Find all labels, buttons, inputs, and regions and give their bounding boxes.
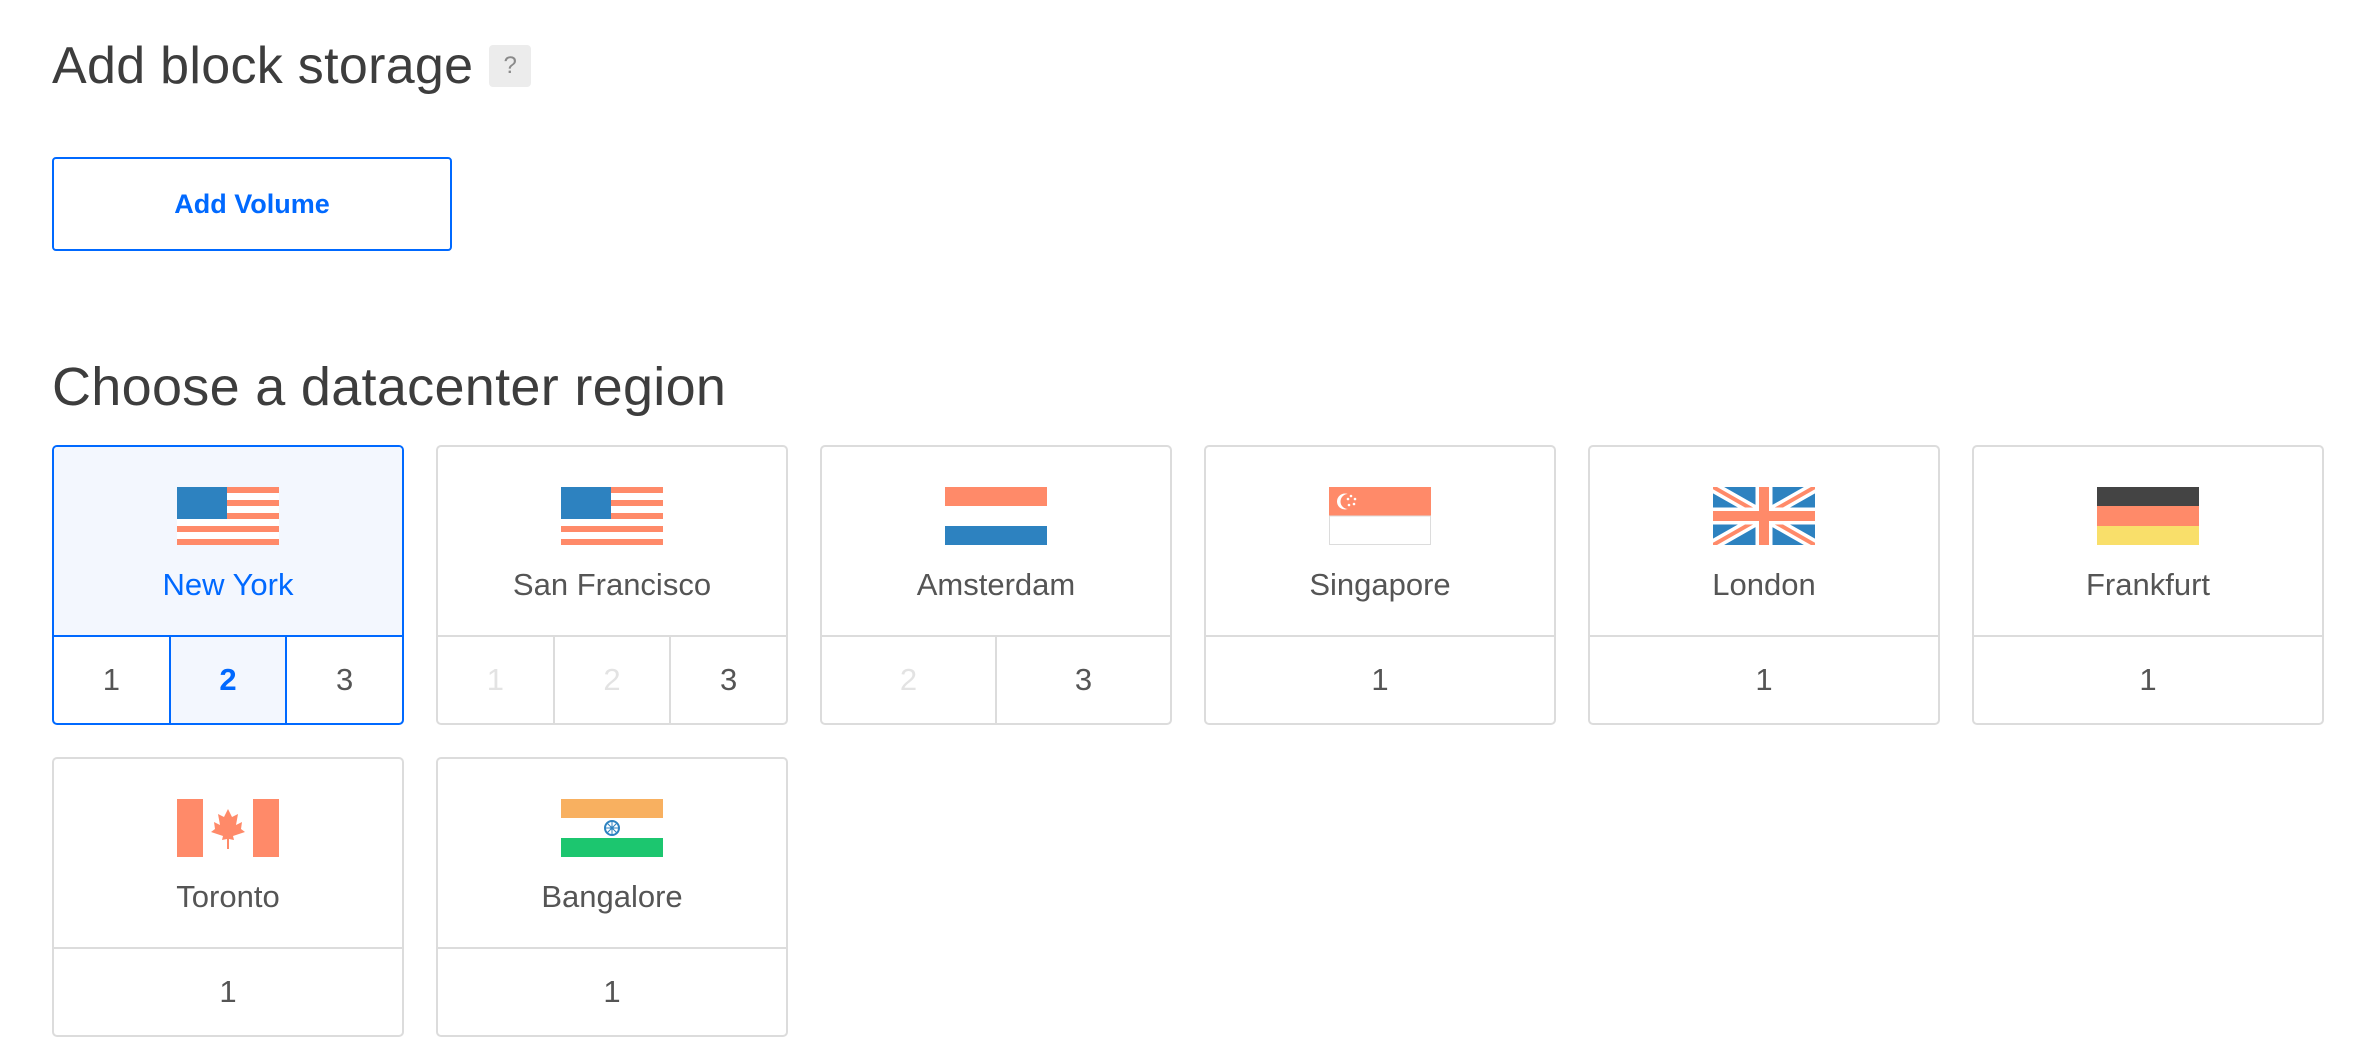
region-name: San Francisco	[512, 567, 712, 602]
datacenter-option-1: 1	[486, 662, 504, 697]
region-card-header[interactable]: San Francisco	[438, 447, 786, 637]
us-flag-icon	[561, 487, 663, 545]
region-card-header[interactable]: Frankfurt	[1974, 447, 2322, 637]
datacenter-options: 1	[1974, 637, 2322, 723]
region-card-header[interactable]: Bangalore	[438, 759, 786, 949]
region-name: London	[1712, 567, 1816, 602]
datacenter-option-3[interactable]: 3	[669, 637, 786, 723]
help-icon[interactable]: ?	[489, 45, 532, 87]
region-card-header[interactable]: London	[1590, 447, 1938, 637]
datacenter-option-1[interactable]: 1	[1590, 637, 1938, 723]
block-storage-title: Add block storage	[52, 37, 474, 95]
datacenter-options: 1 2 3	[54, 637, 402, 723]
datacenter-option-2[interactable]: 2	[168, 637, 286, 723]
datacenter-option-2: 2	[899, 662, 918, 697]
datacenter-option-1[interactable]: 1	[54, 949, 402, 1035]
add-volume-button[interactable]: Add Volume	[52, 157, 452, 251]
india-flag-icon	[561, 799, 663, 857]
datacenter-option-1[interactable]: 1	[1206, 637, 1554, 723]
netherlands-flag-icon	[945, 487, 1047, 545]
region-card-header[interactable]: New York	[54, 447, 402, 637]
region-card-toronto[interactable]: Toronto 1	[52, 757, 404, 1037]
region-card-bangalore[interactable]: Bangalore 1	[436, 757, 788, 1037]
region-name: Singapore	[1309, 567, 1451, 602]
datacenter-option-3[interactable]: 3	[285, 637, 402, 723]
region-card-san-francisco[interactable]: San Francisco 1 2 3	[436, 445, 788, 725]
region-name: Bangalore	[541, 879, 683, 914]
region-card-singapore[interactable]: Singapore 1	[1204, 445, 1556, 725]
region-card-frankfurt[interactable]: Frankfurt 1	[1972, 445, 2324, 725]
region-name: Amsterdam	[916, 567, 1076, 602]
datacenter-options: 1	[54, 949, 402, 1035]
germany-flag-icon	[2097, 487, 2199, 545]
region-name: Toronto	[176, 879, 280, 914]
region-card-header[interactable]: Amsterdam	[822, 447, 1170, 637]
us-flag-icon	[177, 487, 279, 545]
datacenter-option-1[interactable]: 1	[54, 637, 169, 723]
region-heading: Choose a datacenter region	[52, 357, 727, 417]
datacenter-options: 2 3	[822, 637, 1170, 723]
datacenter-options: 1	[438, 949, 786, 1035]
datacenter-options: 1 2 3	[438, 637, 786, 723]
region-card-london[interactable]: London 1	[1588, 445, 1940, 725]
datacenter-options: 1	[1206, 637, 1554, 723]
region-card-new-york[interactable]: New York 1 2 3	[52, 445, 404, 725]
datacenter-option-2: 2	[552, 637, 670, 723]
uk-flag-icon	[1713, 487, 1815, 545]
datacenter-option-1[interactable]: 1	[438, 949, 786, 1035]
region-name: Frankfurt	[2085, 567, 2211, 602]
region-card-header[interactable]: Singapore	[1206, 447, 1554, 637]
datacenter-option-3[interactable]: 3	[995, 637, 1170, 723]
canada-flag-icon	[177, 799, 279, 857]
datacenter-option-1[interactable]: 1	[1974, 637, 2322, 723]
region-name: New York	[162, 567, 294, 602]
singapore-flag-icon	[1329, 487, 1431, 545]
region-card-header[interactable]: Toronto	[54, 759, 402, 949]
region-card-amsterdam[interactable]: Amsterdam 2 3	[820, 445, 1172, 725]
block-storage-heading: Add block storage ?	[52, 30, 532, 102]
datacenter-options: 1	[1590, 637, 1938, 723]
